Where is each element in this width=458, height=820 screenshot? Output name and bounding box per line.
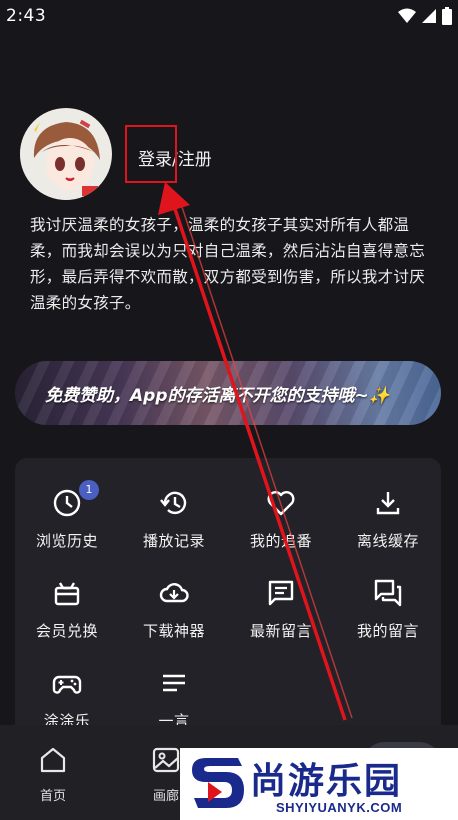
menu-item-my-follow[interactable]: 我的追番 bbox=[231, 488, 331, 551]
menu-item-browse-history[interactable]: 1 浏览历史 bbox=[17, 480, 117, 551]
menu-item-label: 浏览历史 bbox=[35, 532, 98, 550]
watermark-logo-icon bbox=[192, 758, 244, 808]
clock-icon bbox=[53, 489, 81, 517]
menu-item-label: 我的追番 bbox=[249, 532, 312, 550]
status-time: 2:43 bbox=[6, 6, 47, 26]
gamepad-icon bbox=[52, 675, 82, 694]
status-icons bbox=[398, 7, 452, 25]
avatar[interactable] bbox=[20, 108, 112, 200]
menu-item-label: 最新留言 bbox=[249, 622, 312, 640]
forum-icon bbox=[374, 579, 402, 607]
menu-item-label: 下载神器 bbox=[142, 622, 205, 640]
history-icon bbox=[160, 491, 187, 515]
lines-icon bbox=[163, 674, 185, 692]
nav-item-label: 首页 bbox=[39, 789, 66, 804]
annotation-highlight-box bbox=[125, 125, 177, 183]
nav-item-home[interactable]: 首页 bbox=[18, 745, 88, 804]
menu-item-doodle[interactable]: 涂涂乐 bbox=[17, 668, 117, 731]
image-icon bbox=[152, 747, 180, 773]
menu-item-play-record[interactable]: 播放记录 bbox=[124, 488, 224, 551]
heart-icon bbox=[267, 491, 295, 516]
download-icon bbox=[376, 492, 400, 515]
menu-item-label: 离线缓存 bbox=[356, 532, 419, 550]
menu-card: 1 浏览历史 播放记录 我的追番 离线缓存 会员兑换 下载神器 最新留言 我的留… bbox=[15, 458, 441, 738]
profile-section bbox=[20, 108, 112, 200]
watermark-brand: 尚游乐园 bbox=[250, 761, 403, 802]
menu-item-label: 会员兑换 bbox=[35, 622, 98, 640]
menu-item-label: 播放记录 bbox=[142, 532, 205, 550]
home-icon bbox=[40, 747, 66, 773]
battery-icon bbox=[442, 7, 452, 25]
menu-item-one-word[interactable]: 一言 bbox=[124, 668, 224, 731]
avatar-illustration bbox=[20, 108, 112, 200]
sponsor-banner[interactable]: 免费赞助，App的存活离不开您的支持哦~✨ bbox=[15, 361, 441, 425]
profile-bio: 我讨厌温柔的女孩子，温柔的女孩子其实对所有人都温柔，而我却会误以为只对自己温柔，… bbox=[30, 216, 426, 312]
menu-item-my-messages[interactable]: 我的留言 bbox=[338, 578, 438, 641]
signal-icon bbox=[422, 9, 436, 23]
cloud-download-icon bbox=[159, 583, 189, 603]
menu-item-label: 我的留言 bbox=[356, 622, 419, 640]
status-bar: 2:43 bbox=[0, 0, 458, 32]
message-icon bbox=[268, 580, 294, 606]
menu-item-latest-messages[interactable]: 最新留言 bbox=[231, 578, 331, 641]
sponsor-banner-text: 免费赞助，App的存活离不开您的支持哦~✨ bbox=[45, 386, 390, 406]
gift-icon bbox=[54, 582, 80, 606]
menu-item-offline-cache[interactable]: 离线缓存 bbox=[338, 488, 438, 551]
wifi-icon bbox=[398, 8, 416, 23]
watermark-url: SHYIYUANYK.COM bbox=[276, 800, 403, 815]
badge-count: 1 bbox=[79, 480, 99, 500]
menu-item-vip-redeem[interactable]: 会员兑换 bbox=[17, 578, 117, 641]
watermark: 尚游乐园 SHYIYUANYK.COM bbox=[180, 748, 458, 820]
menu-item-download-tool[interactable]: 下载神器 bbox=[124, 578, 224, 641]
